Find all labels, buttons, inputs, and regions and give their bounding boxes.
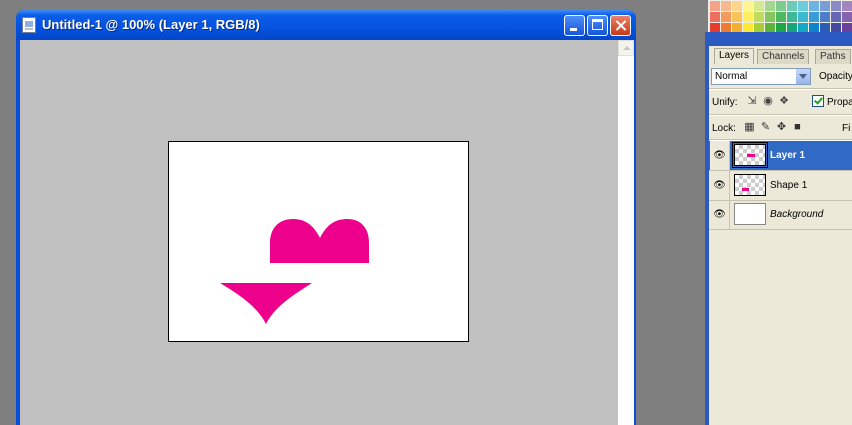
lock-label: Lock: [712, 123, 736, 134]
color-swatch[interactable] [776, 23, 786, 32]
layer-thumbnail[interactable] [732, 142, 768, 168]
layer-thumbnail[interactable] [734, 203, 766, 225]
color-swatch[interactable] [710, 23, 720, 32]
swatches-palette [708, 0, 852, 32]
blend-mode-value: Normal [715, 71, 748, 82]
propagate-frame-checkbox[interactable]: Propa [812, 95, 852, 108]
color-swatch[interactable] [765, 12, 775, 22]
layer-name[interactable]: Shape 1 [770, 180, 807, 191]
document-workspace [20, 40, 634, 425]
unify-position-icon[interactable]: ⇲ [745, 94, 759, 108]
color-swatch[interactable] [831, 1, 841, 11]
heart-bottom-half[interactable] [220, 283, 312, 324]
thumbnail-shape [747, 154, 755, 157]
divider [709, 114, 852, 116]
color-swatch[interactable] [721, 23, 731, 32]
tab-layers[interactable]: Layers [714, 48, 755, 64]
unify-label: Unify: [712, 97, 738, 108]
color-swatch[interactable] [842, 1, 852, 11]
color-swatch[interactable] [787, 12, 797, 22]
unify-style-icon[interactable]: ❖ [777, 94, 791, 108]
color-swatch[interactable] [820, 12, 830, 22]
unify-visibility-icon[interactable]: ◉ [761, 94, 775, 108]
color-swatch[interactable] [754, 1, 764, 11]
layers-palette: Layers Channels Paths Normal Opacity Uni… [709, 46, 852, 425]
title-bar[interactable]: Untitled-1 @ 100% (Layer 1, RGB/8) [16, 10, 636, 40]
color-swatch[interactable] [842, 23, 852, 32]
checkbox-checked-icon[interactable] [812, 95, 824, 107]
layer-name[interactable]: Background [770, 209, 823, 220]
color-swatch[interactable] [765, 1, 775, 11]
eye-icon[interactable]: 👁 [710, 171, 730, 200]
scroll-up-arrow-icon[interactable] [618, 40, 634, 56]
minimize-button[interactable] [564, 15, 585, 36]
lock-transparency-icon[interactable]: ▦ [743, 120, 756, 134]
maximize-button[interactable] [587, 15, 608, 36]
chevron-down-icon[interactable] [795, 69, 810, 84]
color-swatch[interactable] [743, 1, 753, 11]
lock-pixels-brush-icon[interactable]: ✎ [759, 120, 772, 134]
fill-label: Fi [842, 123, 851, 134]
color-swatch[interactable] [743, 23, 753, 32]
color-swatch[interactable] [765, 23, 775, 32]
color-swatch[interactable] [820, 23, 830, 32]
color-swatch[interactable] [787, 1, 797, 11]
lock-position-move-icon[interactable]: ✥ [775, 120, 788, 134]
divider [709, 88, 852, 90]
close-button[interactable] [610, 15, 631, 36]
image-canvas[interactable] [168, 141, 469, 342]
layer-name[interactable]: Layer 1 [770, 150, 805, 161]
color-swatch[interactable] [842, 12, 852, 22]
color-swatch[interactable] [710, 12, 720, 22]
tab-paths[interactable]: Paths [815, 49, 851, 64]
document-window: Untitled-1 @ 100% (Layer 1, RGB/8) [16, 10, 636, 425]
window-title: Untitled-1 @ 100% (Layer 1, RGB/8) [42, 17, 260, 32]
color-swatch[interactable] [831, 12, 841, 22]
eye-icon[interactable]: 👁 [710, 141, 730, 170]
canvas-artwork [220, 219, 369, 324]
color-swatch[interactable] [721, 12, 731, 22]
propagate-label: Propa [827, 97, 852, 108]
color-swatch[interactable] [798, 12, 808, 22]
color-swatch[interactable] [798, 1, 808, 11]
tab-channels[interactable]: Channels [757, 49, 810, 64]
color-swatch[interactable] [809, 23, 819, 32]
eye-icon[interactable]: 👁 [710, 200, 730, 229]
divider [709, 229, 852, 230]
color-swatch[interactable] [820, 1, 830, 11]
document-icon[interactable] [22, 17, 36, 33]
color-swatch[interactable] [831, 23, 841, 32]
color-swatch[interactable] [732, 23, 742, 32]
color-swatch[interactable] [710, 1, 720, 11]
palette-tabs: Layers Channels Paths [709, 46, 852, 64]
color-swatch[interactable] [776, 12, 786, 22]
color-swatch[interactable] [732, 1, 742, 11]
layer-row-layer-1[interactable]: 👁 Layer 1 [709, 141, 852, 170]
color-swatch[interactable] [809, 1, 819, 11]
color-swatch[interactable] [743, 12, 753, 22]
color-swatch[interactable] [754, 12, 764, 22]
opacity-label: Opacity [819, 71, 852, 82]
color-swatch[interactable] [809, 12, 819, 22]
blend-mode-select[interactable]: Normal [711, 68, 811, 85]
lock-all-padlock-icon[interactable]: ■ [791, 120, 804, 134]
color-swatch[interactable] [721, 1, 731, 11]
color-swatch[interactable] [787, 23, 797, 32]
heart-top-half[interactable] [270, 219, 369, 263]
thumbnail-shape [742, 188, 749, 191]
color-swatch[interactable] [776, 1, 786, 11]
vertical-scrollbar[interactable] [618, 40, 634, 425]
color-swatch[interactable] [798, 23, 808, 32]
layer-row-shape-1[interactable]: 👁 Shape 1 [709, 171, 852, 200]
layer-thumbnail[interactable] [734, 174, 766, 196]
layer-row-background[interactable]: 👁 Background [709, 200, 852, 229]
color-swatch[interactable] [754, 23, 764, 32]
color-swatch[interactable] [732, 12, 742, 22]
